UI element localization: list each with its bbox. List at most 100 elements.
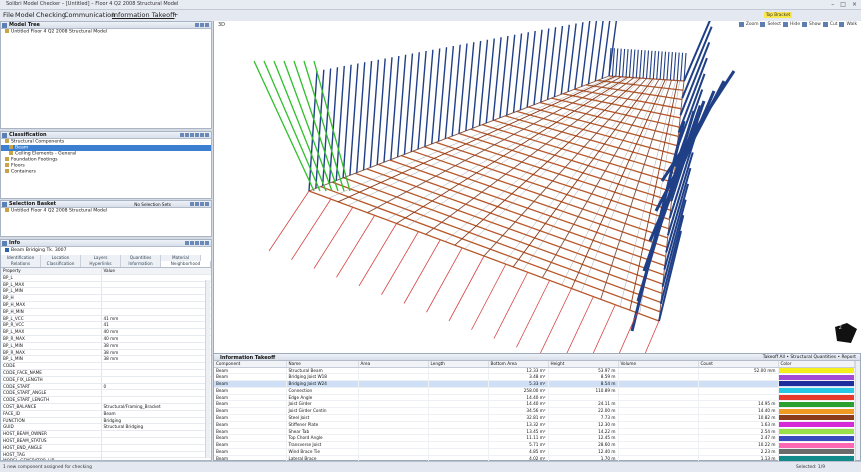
takeoff-toolbar[interactable]: Takeoff All • Structural Quantities • Re… [763, 355, 856, 360]
selection-sets-dropdown[interactable]: No Selection Sets [134, 201, 171, 208]
takeoff-row[interactable]: BeamEdge Angle14.40 m² [214, 394, 854, 401]
filter-icon[interactable] [190, 133, 194, 137]
takeoff-row[interactable]: BeamStructural Beam12.33 m²53.97 m52.00 … [214, 367, 854, 374]
color-swatch[interactable] [778, 449, 854, 456]
3d-viewport[interactable]: 3D Zoom Select Hide Show Cut Walk Z [213, 21, 861, 353]
property-row[interactable]: BP_H_MAX [1, 301, 211, 308]
classification-item[interactable]: Containers [1, 169, 211, 175]
property-row[interactable]: HOST_BEAM_STATUS [1, 437, 211, 444]
navigation-cube-icon[interactable]: Z [829, 317, 859, 347]
takeoff-scrollbar[interactable] [855, 361, 860, 460]
menu-model[interactable]: Model [15, 11, 35, 19]
menu-information-takeoff[interactable]: Information Takeoff [112, 11, 175, 19]
color-swatch[interactable] [778, 401, 854, 408]
property-row[interactable]: FUNCTIONBridging [1, 417, 211, 424]
info-tabs: Identification Location Layers Quantitie… [1, 255, 211, 268]
color-swatch[interactable] [778, 421, 854, 428]
add-icon[interactable] [190, 202, 194, 206]
property-row[interactable]: CODE_START_ANGLE [1, 390, 211, 397]
tab-neighborhood[interactable]: Neighborhood [161, 261, 211, 267]
color-swatch[interactable] [778, 415, 854, 422]
collapse-icon[interactable] [185, 133, 189, 137]
close-icon[interactable] [205, 133, 209, 137]
property-row[interactable]: FACE_IDBeam [1, 410, 211, 417]
color-swatch[interactable] [778, 428, 854, 435]
color-swatch[interactable] [778, 381, 854, 388]
tab-information[interactable]: Information [121, 261, 161, 267]
property-row[interactable]: BP_L_MAX40 mm [1, 329, 211, 336]
close-button[interactable]: × [852, 1, 857, 8]
property-row[interactable]: BP_L [1, 274, 211, 281]
color-swatch[interactable] [778, 387, 854, 394]
takeoff-row[interactable]: BeamJoist Girder14.40 m²24.11 m14.95 m [214, 401, 854, 408]
takeoff-row[interactable]: BeamShear Tab13.45 m²14.22 m2.54 m [214, 428, 854, 435]
tab-hyperlinks[interactable]: Hyperlinks [81, 261, 121, 267]
maximize-button[interactable]: □ [840, 1, 846, 8]
settings-icon[interactable] [195, 241, 199, 245]
tab-classification[interactable]: Classification [41, 261, 81, 267]
color-swatch[interactable] [778, 394, 854, 401]
model-tree-item[interactable]: Untitled Floor 4 Q2 2008 Structural Mode… [1, 29, 211, 35]
color-swatch[interactable] [778, 374, 854, 381]
property-row[interactable]: CODE [1, 363, 211, 370]
takeoff-row[interactable]: BeamJoist Girder Contin34.56 m²22.00 m14… [214, 408, 854, 415]
takeoff-row[interactable]: BeamBridging Joist W245.33 m²8.54 m [214, 381, 854, 388]
property-row[interactable]: COST_BALANCEStructural/Framing_Bracket [1, 403, 211, 410]
property-row[interactable]: BP_R_MAX40 mm [1, 335, 211, 342]
menu-communication[interactable]: Communication [64, 11, 115, 19]
green-member-line [284, 61, 332, 191]
takeoff-row[interactable]: BeamConnection258.00 m²110.89 m [214, 387, 854, 394]
color-swatch[interactable] [778, 435, 854, 442]
color-swatch[interactable] [778, 442, 854, 449]
menu-file[interactable]: File [3, 11, 14, 19]
property-row[interactable]: BP_R_MAX38 mm [1, 349, 211, 356]
expand-icon[interactable] [180, 133, 184, 137]
takeoff-row[interactable]: BeamSteel Joist32.81 m²7.73 m10.82 m [214, 415, 854, 422]
back-icon[interactable] [185, 241, 189, 245]
minimize-icon[interactable] [200, 23, 204, 27]
projection-line [494, 272, 528, 338]
close-icon[interactable] [205, 241, 209, 245]
property-row[interactable]: BP_L_MIN38 mm [1, 356, 211, 363]
takeoff-row[interactable]: BeamWind Brace Tie4.85 m²12.40 m2.23 m [214, 449, 854, 456]
tab-relations[interactable]: Relations [1, 261, 41, 267]
property-row[interactable]: BP_L_MAX [1, 281, 211, 288]
property-row[interactable]: BP_R_VCC41 [1, 322, 211, 329]
property-row[interactable]: BP_H_MIN [1, 308, 211, 315]
property-row[interactable]: CODE_START_LENGTH [1, 397, 211, 404]
forward-icon[interactable] [190, 241, 194, 245]
takeoff-row[interactable]: BeamBridging Joist W183.48 m²8.59 m [214, 374, 854, 381]
color-swatch[interactable] [778, 408, 854, 415]
structural-model-render[interactable] [214, 21, 861, 353]
selection-basket-item[interactable]: Untitled Floor 4 Q2 2008 Structural Mode… [1, 208, 211, 214]
minimize-icon[interactable] [200, 202, 204, 206]
color-swatch[interactable] [778, 367, 854, 374]
settings-icon[interactable] [195, 23, 199, 27]
property-name: BP_L_MAX [1, 281, 101, 288]
property-row[interactable]: BP_L_VCC41 mm [1, 315, 211, 322]
takeoff-row[interactable]: BeamTransverse Joist5.71 m²28.60 m10.22 … [214, 442, 854, 449]
takeoff-row[interactable]: BeamStiffener Plate13.32 m²12.30 m1.63 m [214, 421, 854, 428]
settings-icon[interactable] [195, 133, 199, 137]
viewpoint-tag[interactable]: Top Bracket [764, 12, 792, 18]
menu-checking[interactable]: Checking [36, 11, 66, 19]
property-row[interactable]: CODE_FACE_NAME [1, 369, 211, 376]
property-row[interactable]: BP_L_MIN38 mm [1, 342, 211, 349]
remove-icon[interactable] [195, 202, 199, 206]
minimize-button[interactable]: – [831, 1, 834, 8]
add-view-button[interactable]: + [173, 11, 178, 19]
property-row[interactable]: BP_H [1, 295, 211, 302]
takeoff-row[interactable]: BeamTop Chord Angle11.11 m²12.45 m2.47 m [214, 435, 854, 442]
property-row[interactable]: BP_L_MIN [1, 288, 211, 295]
minimize-icon[interactable] [200, 133, 204, 137]
property-row[interactable]: CODE_START0 [1, 383, 211, 390]
minimize-icon[interactable] [200, 241, 204, 245]
property-row[interactable]: HOST_TAG [1, 451, 211, 458]
property-row[interactable]: CODE_FIX_LENGTH [1, 376, 211, 383]
close-icon[interactable] [205, 202, 209, 206]
info-scrollbar[interactable] [205, 280, 210, 458]
close-icon[interactable] [205, 23, 209, 27]
property-row[interactable]: GUIDStructural Bridging [1, 424, 211, 431]
property-row[interactable]: HOST_BEAM_OWNER [1, 431, 211, 438]
property-row[interactable]: HOST_END_ANGLE [1, 444, 211, 451]
